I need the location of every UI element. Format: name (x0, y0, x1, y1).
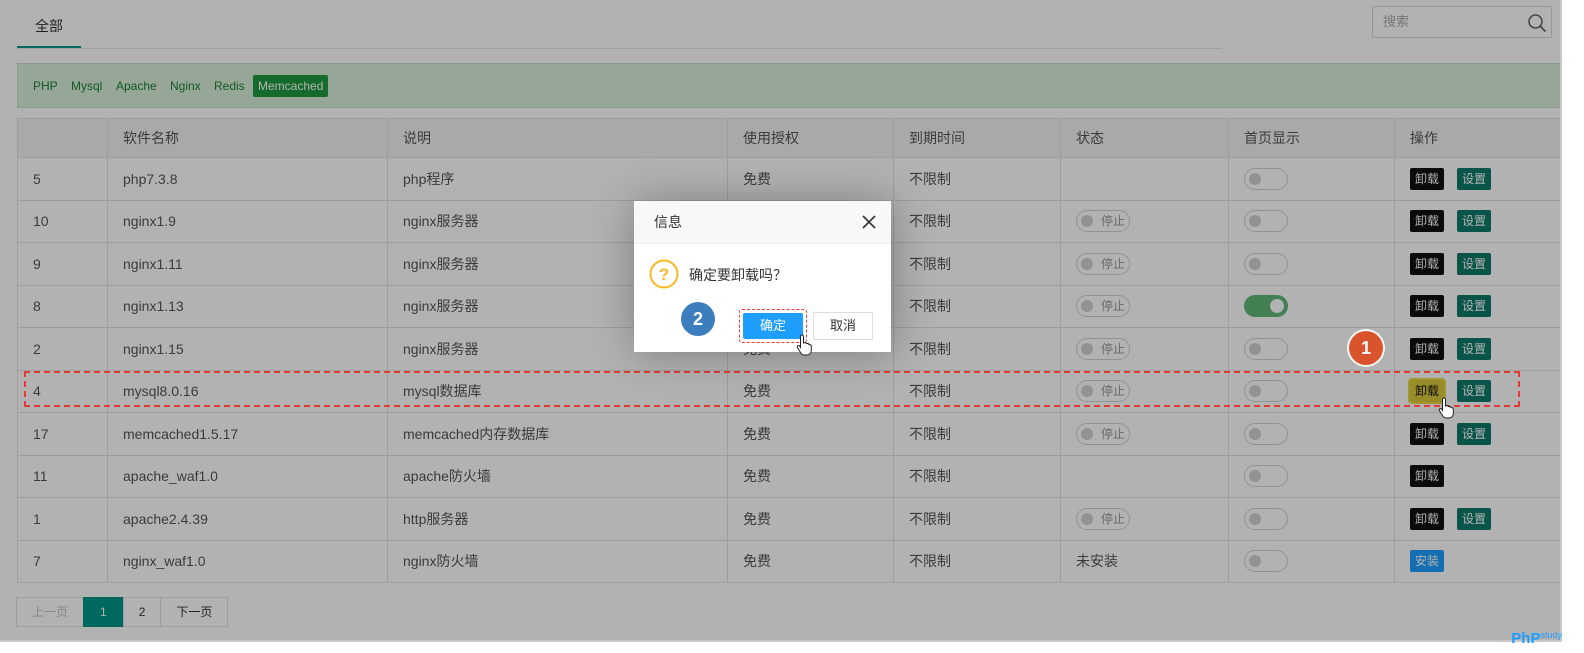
dialog-message: 确定要卸载吗？ (689, 267, 787, 283)
watermark-brand: PhP (1511, 630, 1541, 647)
confirm-cancel-button[interactable]: 取消 (813, 312, 873, 340)
step-1-badge: 1 (1349, 331, 1383, 365)
window-shadow-right (1560, 0, 1562, 642)
confirm-ok-button[interactable]: 确定 (743, 313, 803, 339)
hand-cursor-icon (1438, 397, 1454, 419)
highlight-row-annotation (24, 371, 1520, 407)
dialog-header: 信息 (634, 201, 891, 244)
dialog-title: 信息 (654, 214, 682, 230)
question-icon: ? (649, 259, 679, 289)
close-icon[interactable] (861, 214, 877, 230)
window-shadow-bottom (0, 640, 1560, 642)
step-2-badge: 2 (681, 302, 715, 336)
app-window: 全部 PHP Mysql Apache Nginx Redis Memcache… (0, 0, 1561, 640)
watermark-logo: PhPstudy (1511, 630, 1562, 647)
hand-cursor-icon-2 (796, 334, 812, 356)
svg-text:?: ? (659, 265, 669, 284)
watermark-sub: study (1540, 630, 1562, 640)
